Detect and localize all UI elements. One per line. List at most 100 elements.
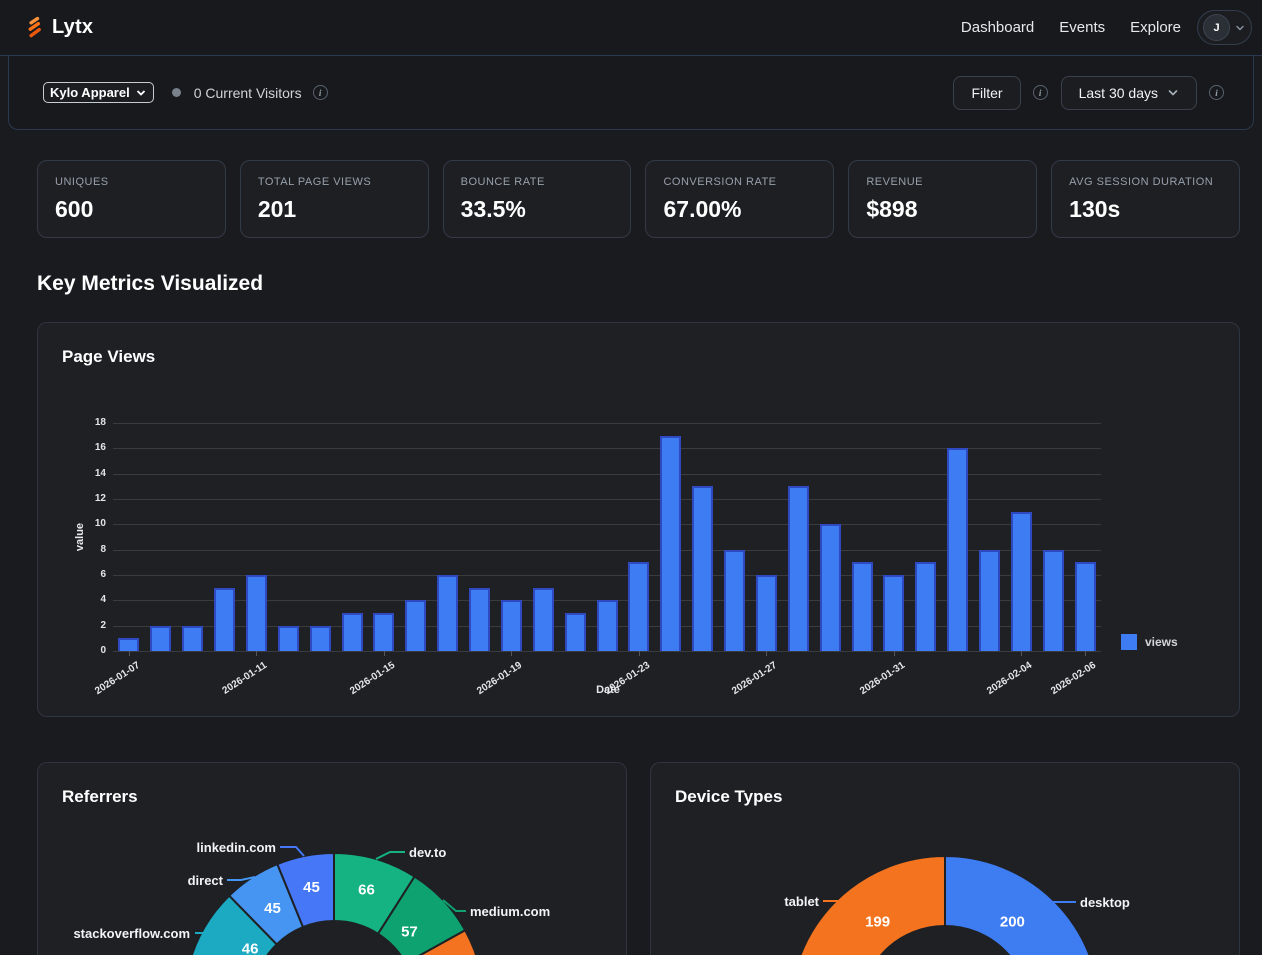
device-types-card: 199 tablet 200 desktop Device Types — [650, 762, 1240, 955]
x-tick — [1085, 651, 1086, 656]
date-range-select[interactable]: Last 30 days — [1061, 76, 1197, 110]
date-range-info-icon[interactable]: i — [1209, 85, 1224, 100]
slice-value: 199 — [865, 914, 890, 931]
bar-2026-01-11[interactable] — [246, 575, 267, 651]
stat-card-uniques: UNIQUES 600 — [37, 160, 226, 238]
x-tick — [384, 651, 385, 656]
avatar: J — [1203, 14, 1230, 41]
bar-2026-02-03[interactable] — [979, 550, 1000, 651]
stat-value: 33.5% — [461, 196, 614, 223]
slice-label: direct — [188, 873, 224, 888]
bar-2026-01-24[interactable] — [660, 436, 681, 651]
slice-value: 66 — [358, 882, 375, 899]
y-tick-label: 16 — [68, 442, 106, 453]
x-tick-label: 2026-01-11 — [191, 660, 269, 716]
slice-value: 45 — [264, 900, 281, 917]
label-leader-line — [280, 847, 304, 856]
stats-row: UNIQUES 600 TOTAL PAGE VIEWS 201 BOUNCE … — [37, 160, 1240, 238]
label-leader-line — [376, 852, 405, 859]
bar-2026-01-13[interactable] — [310, 626, 331, 651]
bar-2026-01-30[interactable] — [852, 562, 873, 651]
bar-2026-01-19[interactable] — [501, 600, 522, 651]
y-tick-label: 14 — [68, 468, 106, 479]
nav-link-dashboard[interactable]: Dashboard — [961, 19, 1034, 36]
bar-2026-01-08[interactable] — [150, 626, 171, 651]
page-views-chart[interactable]: 0246810121416182026-01-072026-01-112026-… — [38, 323, 1239, 716]
donut-slice-desktop[interactable] — [945, 856, 1100, 955]
visitors-info-icon[interactable]: i — [313, 85, 328, 100]
x-tick-label: 2026-01-19 — [446, 660, 524, 716]
nav-link-explore[interactable]: Explore — [1130, 19, 1181, 36]
chevron-down-icon — [135, 87, 147, 99]
bar-2026-01-31[interactable] — [883, 575, 904, 651]
bar-2026-02-02[interactable] — [947, 448, 968, 651]
section-title: Key Metrics Visualized — [37, 272, 1240, 296]
bar-2026-01-28[interactable] — [788, 486, 809, 651]
x-tick — [894, 651, 895, 656]
bar-2026-01-10[interactable] — [214, 588, 235, 651]
chevron-down-icon — [1234, 22, 1246, 34]
main-content: UNIQUES 600 TOTAL PAGE VIEWS 201 BOUNCE … — [0, 160, 1262, 955]
slice-value: 45 — [303, 879, 320, 896]
bar-2026-01-26[interactable] — [724, 550, 745, 651]
bar-2026-02-06[interactable] — [1075, 562, 1096, 651]
bar-2026-01-21[interactable] — [565, 613, 586, 651]
bar-2026-01-16[interactable] — [405, 600, 426, 651]
stat-label: TOTAL PAGE VIEWS — [258, 176, 411, 188]
y-tick-label: 2 — [68, 620, 106, 631]
slice-label: medium.com — [470, 904, 550, 919]
x-tick-label: 2026-01-31 — [829, 660, 907, 716]
slice-label: tablet — [784, 894, 819, 909]
toolbar-right: Filter i Last 30 days i — [953, 76, 1237, 110]
bar-2026-01-12[interactable] — [278, 626, 299, 651]
brand-name: Lytx — [52, 16, 93, 39]
bar-2026-02-04[interactable] — [1011, 512, 1032, 651]
bar-2026-02-05[interactable] — [1043, 550, 1064, 651]
nav-link-events[interactable]: Events — [1059, 19, 1105, 36]
user-menu[interactable]: J — [1197, 10, 1252, 45]
flame-logo-icon — [26, 16, 43, 39]
slice-value: 200 — [1000, 914, 1025, 931]
bar-2026-01-18[interactable] — [469, 588, 490, 651]
x-tick-label: 2026-01-07 — [64, 660, 142, 716]
brand[interactable]: Lytx — [26, 16, 93, 39]
x-tick — [639, 651, 640, 656]
x-tick — [511, 651, 512, 656]
views-legend[interactable]: views — [1121, 634, 1178, 650]
x-tick-label: 2026-01-15 — [319, 660, 397, 716]
bar-2026-01-25[interactable] — [692, 486, 713, 651]
bar-2026-01-22[interactable] — [597, 600, 618, 651]
y-tick-label: 12 — [68, 493, 106, 504]
filter-info-icon[interactable]: i — [1033, 85, 1048, 100]
bar-2026-01-27[interactable] — [756, 575, 777, 651]
current-visitors-text: 0 Current Visitors — [194, 85, 302, 101]
referrers-title: Referrers — [62, 787, 138, 807]
stat-value: 201 — [258, 196, 411, 223]
slice-label: desktop — [1080, 895, 1130, 910]
bar-2026-01-15[interactable] — [373, 613, 394, 651]
site-selector[interactable]: Kylo Apparel — [43, 82, 154, 103]
bar-2026-01-23[interactable] — [628, 562, 649, 651]
slice-label: dev.to — [409, 845, 446, 860]
bar-2026-01-14[interactable] — [342, 613, 363, 651]
nav-links: Dashboard Events Explore — [961, 19, 1181, 36]
y-tick-label: 4 — [68, 594, 106, 605]
filter-button[interactable]: Filter — [953, 76, 1020, 110]
filter-bar: Kylo Apparel 0 Current Visitors i Filter… — [8, 56, 1254, 130]
bar-2026-01-29[interactable] — [820, 524, 841, 651]
x-tick — [766, 651, 767, 656]
slice-label: linkedin.com — [197, 840, 276, 855]
x-tick-label: 2026-01-27 — [701, 660, 779, 716]
stat-card-avg-session-duration: AVG SESSION DURATION 130s — [1051, 160, 1240, 238]
referrers-card: 46stackoverflow.com45direct45linkedin.co… — [37, 762, 627, 955]
bar-2026-01-09[interactable] — [182, 626, 203, 651]
device-types-title: Device Types — [675, 787, 782, 807]
y-axis-title: value — [74, 507, 86, 567]
bar-2026-01-20[interactable] — [533, 588, 554, 651]
bar-2026-01-07[interactable] — [118, 638, 139, 651]
stat-value: $898 — [866, 196, 1019, 223]
bar-2026-01-17[interactable] — [437, 575, 458, 651]
bar-2026-02-01[interactable] — [915, 562, 936, 651]
stat-card-conversion-rate: CONVERSION RATE 67.00% — [645, 160, 834, 238]
site-selector-value: Kylo Apparel — [50, 85, 130, 100]
